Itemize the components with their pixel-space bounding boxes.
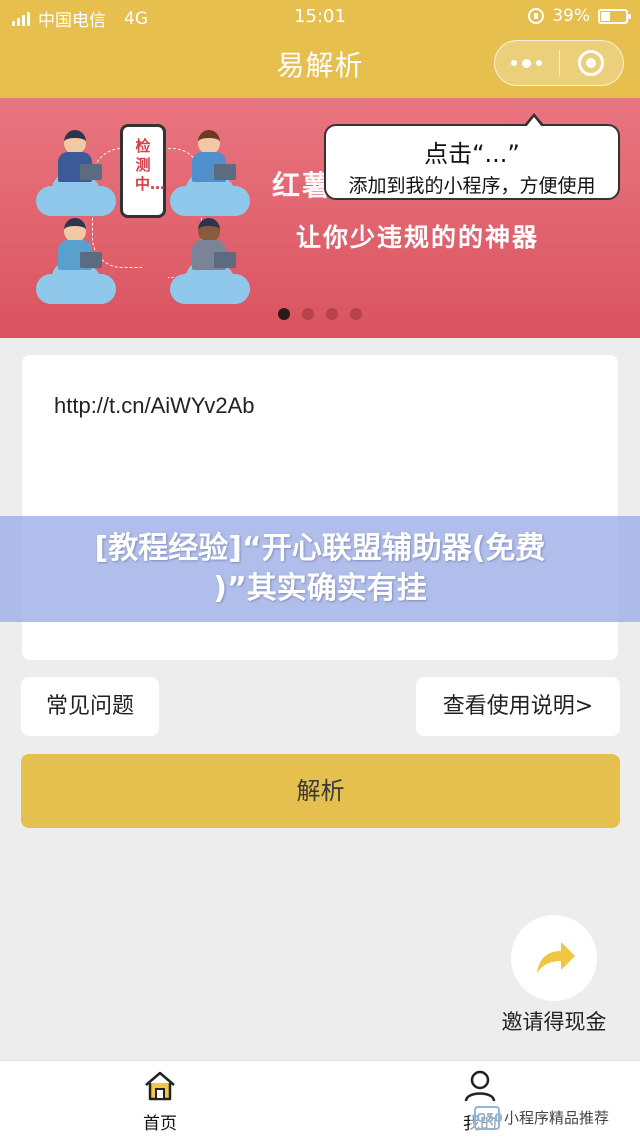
link-input-value: http://t.cn/AiWYv2Ab <box>54 393 255 418</box>
person-illustration <box>170 130 250 216</box>
carousel-dot[interactable] <box>302 308 314 320</box>
usage-guide-button[interactable]: 查看使用说明> <box>416 677 620 736</box>
orientation-lock-icon <box>528 8 545 24</box>
carousel-dot[interactable] <box>326 308 338 320</box>
share-arrow-icon <box>537 942 575 973</box>
phone-text: 检测中… <box>135 137 166 193</box>
tab-home[interactable]: 首页 <box>120 1069 200 1134</box>
battery-icon <box>598 8 631 24</box>
close-miniprogram-button[interactable] <box>560 41 624 85</box>
watermark: G50 小程序精品推荐 <box>470 1102 636 1134</box>
status-bar: 中国电信 4G 15:01 39% <box>0 0 640 34</box>
invite-label: 邀请得现金 <box>501 1010 607 1034</box>
tab-home-label: 首页 <box>143 1114 177 1134</box>
banner-carousel[interactable]: 检测中… 红薯 让你少违规的的神器 点击“...” 添加到我的小程序，方便使用 <box>0 98 640 338</box>
carousel-dot[interactable] <box>278 308 290 320</box>
faq-button[interactable]: 常见问题 <box>21 677 159 736</box>
target-icon <box>578 50 605 76</box>
person-illustration <box>36 130 116 216</box>
header: 中国电信 4G 15:01 39% 易解析 <box>0 0 640 98</box>
add-miniprogram-tip: 点击“...” 添加到我的小程序，方便使用 <box>324 113 620 200</box>
caption-line-1: [教程经验]“开心联盟辅助器(免费 <box>94 531 546 566</box>
tip-title: 点击“...” <box>424 140 520 168</box>
caption-line-2: )”其实确实有挂 <box>213 571 427 606</box>
watermark-logo: G50 <box>474 1106 503 1130</box>
watermark-text: 小程序精品推荐 <box>504 1109 610 1127</box>
banner-subheadline: 让你少违规的的神器 <box>296 223 540 252</box>
battery-fill <box>601 11 610 21</box>
carousel-dot[interactable] <box>350 308 362 320</box>
miniprogram-capsule <box>494 40 624 86</box>
invite-button[interactable] <box>511 915 597 1001</box>
person-illustration <box>36 218 116 304</box>
phone-illustration: 检测中… <box>120 124 166 218</box>
person-illustration <box>170 218 250 304</box>
user-icon <box>464 1070 496 1102</box>
carousel-indicator <box>0 308 640 320</box>
home-icon <box>145 1071 175 1101</box>
tip-subtitle: 添加到我的小程序，方便使用 <box>348 175 596 197</box>
more-icon[interactable] <box>495 41 559 85</box>
parse-button[interactable]: 解析 <box>21 754 620 828</box>
overlay-caption: [教程经验]“开心联盟辅助器(免费 )”其实确实有挂 <box>0 516 640 622</box>
battery-percent: 39% <box>552 6 590 26</box>
